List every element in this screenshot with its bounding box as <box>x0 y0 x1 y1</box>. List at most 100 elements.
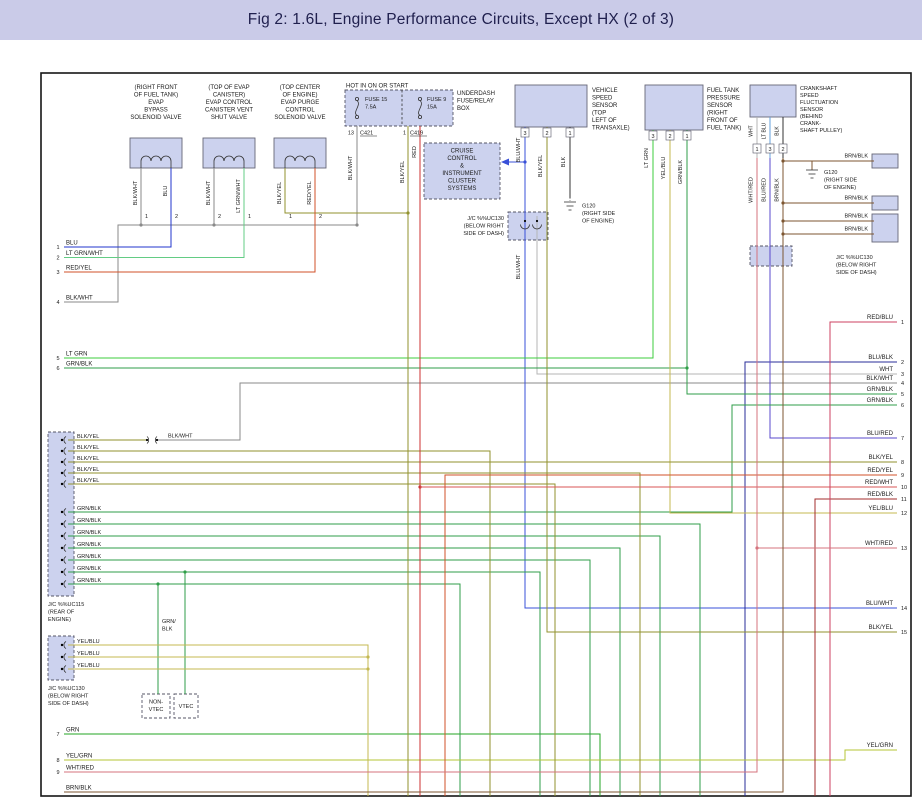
right-wire-number: 1 <box>901 320 904 326</box>
ground-label: (RIGHT SIDE <box>582 211 616 217</box>
left-wire-label: BLK/WHT <box>66 296 93 302</box>
right-wire-number: 6 <box>901 403 904 409</box>
wire-label: GRN/ <box>162 619 176 625</box>
pin-number: 2 <box>319 214 322 220</box>
right-wire-label: YEL/GRN <box>867 743 893 749</box>
right-connector-c <box>872 214 898 242</box>
fuel-tank-pressure-sensor-box <box>645 85 703 130</box>
vent-shut-label: EVAP CONTROL <box>206 100 253 106</box>
jc-uc115-label: (REAR OF <box>48 610 75 616</box>
wire-label: WHT <box>749 125 755 136</box>
ftp-label: FRONT OF <box>707 118 738 124</box>
jc-uc115-label: ENGINE) <box>48 617 71 623</box>
right-wire-label: YEL/BLU <box>868 506 893 512</box>
crank-label: SENSOR <box>800 107 823 113</box>
right-wire-label: BLU/RED <box>867 431 894 437</box>
left-wire-label: WHT/RED <box>66 766 95 772</box>
left-wire-label: RED/YEL <box>66 266 92 272</box>
wire-label: YEL/BLU <box>77 651 100 657</box>
jc-uc130-right-label: SIDE OF DASH) <box>836 270 877 276</box>
ftp-label: PRESSURE <box>707 96 740 102</box>
wire-label: BLK/WHT <box>168 434 193 440</box>
right-wire-label: BLU/WHT <box>866 601 893 607</box>
connector-pin: 1 <box>403 131 406 137</box>
fuse-relay-box <box>345 90 453 126</box>
wire-yelblu-circuit <box>68 130 897 796</box>
fuse15-label: FUSE 15 <box>365 97 387 103</box>
wire-label: BLK/WHT <box>348 155 354 180</box>
ground-label: OF ENGINE) <box>582 219 614 225</box>
right-wire-number: 7 <box>901 436 904 442</box>
right-wire-number: 3 <box>901 372 904 378</box>
right-wire-number: 4 <box>901 381 904 387</box>
wire-label: WHT/RED <box>749 177 755 203</box>
left-wire-number: 6 <box>56 366 59 372</box>
right-wire-label: BLK/YEL <box>869 455 894 461</box>
ground-g120-vss <box>564 202 576 210</box>
right-wire-label: RED/BLK <box>867 492 893 498</box>
fuse9-amp: 15A <box>427 105 437 111</box>
right-wire-number: 12 <box>901 511 907 517</box>
right-wire-label: WHT <box>879 367 893 373</box>
pin-number: 3 <box>651 134 654 140</box>
right-wire-number: 8 <box>901 460 904 466</box>
right-wire-label: BLK/YEL <box>869 625 894 631</box>
right-wire-label: BLU/BLK <box>868 355 893 361</box>
pin-number: 2 <box>668 134 671 140</box>
vent-shut-label: CANISTER) <box>213 93 245 99</box>
wire-label: BLK <box>162 627 173 633</box>
wire-label: BLU/WHT <box>516 254 522 279</box>
jc-uc130-left-label: SIDE OF DASH) <box>48 701 89 707</box>
inline-connector-icon <box>146 437 158 444</box>
ground-label: G120 <box>824 170 837 176</box>
non-vtec-box <box>142 694 170 718</box>
wire-label: BLK/YEL <box>77 478 99 484</box>
wire-label: BRN/BLK <box>844 214 868 220</box>
vss-label: SPEED <box>592 96 613 102</box>
wire-label: LT GRN <box>644 148 650 168</box>
ftp-label: FUEL TANK) <box>707 126 741 132</box>
crank-label: SHAFT PULLEY) <box>800 128 843 134</box>
right-wire-number: 9 <box>901 473 904 479</box>
left-wire-number: 2 <box>56 256 59 262</box>
jc-uc130-left-box <box>48 636 74 680</box>
wire-label: GRN/BLK <box>77 518 101 524</box>
vss-label: VEHICLE <box>592 88 618 94</box>
pin-number: 2 <box>175 214 178 220</box>
evap-bypass-label: EVAP <box>148 100 164 106</box>
right-wire-number: 13 <box>901 546 907 552</box>
right-wire-label: RED/BLU <box>867 315 893 321</box>
crank-sensor-box <box>750 85 796 117</box>
right-wire-label: GRN/BLK <box>867 398 893 404</box>
wire-label: GRN/BLK <box>77 566 101 572</box>
left-wire-label: GRN <box>66 728 79 734</box>
crank-label: SPEED <box>800 93 819 99</box>
ground-g120-right <box>806 170 818 178</box>
purge-valve-label: CONTROL <box>285 108 315 114</box>
vtec-label: VTEC <box>179 704 194 710</box>
connector-id: C421 <box>360 131 373 137</box>
right-wire-number: 11 <box>901 497 907 503</box>
cruise-arrow-icon <box>501 159 509 166</box>
pin-number: 1 <box>568 131 571 137</box>
wire-label: BLK/YEL <box>77 434 99 440</box>
left-wire-number: 5 <box>56 356 59 362</box>
pin-number: 1 <box>755 147 758 153</box>
crank-label: CRANKSHAFT <box>800 86 838 92</box>
wire-label: RED <box>412 146 418 158</box>
right-wire-label: BLK/WHT <box>866 376 893 382</box>
wire-label: BRN/BLK <box>844 196 868 202</box>
purge-valve-label: EVAP PURGE <box>281 100 319 106</box>
vehicle-speed-sensor-box <box>515 85 587 127</box>
wire-label: GRN/BLK <box>77 530 101 536</box>
right-connector-a <box>872 154 898 168</box>
right-connector-b <box>872 196 898 210</box>
wire-label: RED/YEL <box>307 181 313 205</box>
vent-shut-valve-box <box>203 138 255 168</box>
right-wire-label: RED/WHT <box>865 480 893 486</box>
cruise-label: INSTRUMENT <box>442 171 482 177</box>
cruise-label: & <box>460 164 464 170</box>
fuse15-amp: 7.5A <box>365 105 377 111</box>
wire-label: BLU/WHT <box>516 137 522 162</box>
pin-number: 1 <box>685 134 688 140</box>
